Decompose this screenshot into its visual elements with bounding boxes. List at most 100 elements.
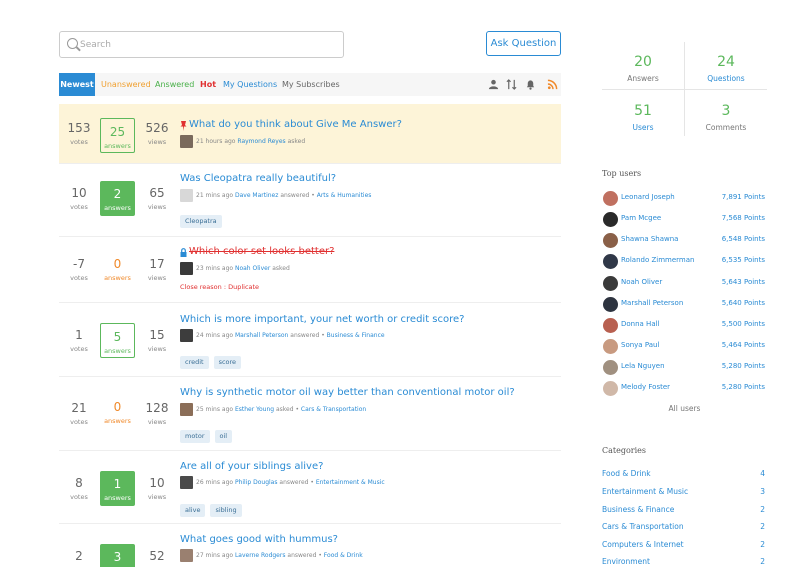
user-name[interactable]: Rolando Zimmerman bbox=[621, 256, 694, 264]
meta-user[interactable]: Noah Oliver bbox=[235, 265, 270, 272]
avatar[interactable] bbox=[603, 233, 618, 248]
tab-newest[interactable]: Newest bbox=[59, 73, 95, 96]
avatar[interactable] bbox=[603, 318, 618, 333]
avatar[interactable] bbox=[180, 329, 193, 342]
user-name[interactable]: Shawna Shawna bbox=[621, 235, 678, 243]
category-name[interactable]: Cars & Transportation bbox=[602, 522, 684, 531]
avatar[interactable] bbox=[180, 262, 193, 275]
user-name[interactable]: Leonard Joseph bbox=[621, 193, 675, 201]
top-user-item[interactable]: Marshall Peterson 5,640 Points bbox=[602, 296, 767, 314]
user-name[interactable]: Donna Hall bbox=[621, 320, 660, 328]
avatar[interactable] bbox=[180, 549, 193, 562]
answers-count: 25 bbox=[109, 125, 126, 139]
meta-category[interactable]: Arts & Humanities bbox=[317, 192, 372, 199]
tag[interactable]: sibling bbox=[210, 504, 242, 517]
category-name[interactable]: Computers & Internet bbox=[602, 540, 684, 549]
avatar[interactable] bbox=[603, 254, 618, 269]
avatar[interactable] bbox=[180, 189, 193, 202]
meta-user[interactable]: Esther Young bbox=[235, 406, 274, 413]
tag[interactable]: alive bbox=[180, 504, 206, 517]
top-user-item[interactable]: Lela Nguyen 5,280 Points bbox=[602, 359, 767, 377]
category-item[interactable]: Business & Finance 2 bbox=[602, 505, 767, 519]
top-user-item[interactable]: Pam Mcgee 7,568 Points bbox=[602, 211, 767, 229]
avatar[interactable] bbox=[603, 297, 618, 312]
meta-action: answered bbox=[287, 552, 317, 559]
category-item[interactable]: Food & Drink 4 bbox=[602, 469, 767, 483]
tag[interactable]: score bbox=[213, 356, 242, 369]
avatar[interactable] bbox=[603, 276, 618, 291]
tag[interactable]: Cleopatra bbox=[180, 215, 222, 228]
tab-answered[interactable]: Answered bbox=[155, 73, 194, 96]
bell-icon[interactable] bbox=[525, 79, 536, 90]
avatar[interactable] bbox=[603, 360, 618, 375]
top-user-item[interactable]: Shawna Shawna 6,548 Points bbox=[602, 232, 767, 250]
avatar[interactable] bbox=[180, 135, 193, 148]
tag[interactable]: oil bbox=[214, 430, 233, 443]
question-title[interactable]: What do you think about Give Me Answer? bbox=[189, 119, 402, 130]
avatar[interactable] bbox=[603, 191, 618, 206]
category-item[interactable]: Environment 2 bbox=[602, 557, 767, 567]
tab-hot[interactable]: Hot bbox=[200, 73, 216, 96]
stat-questions[interactable]: 24 Questions bbox=[685, 54, 767, 83]
tag[interactable]: motor bbox=[180, 430, 210, 443]
user-name[interactable]: Marshall Peterson bbox=[621, 299, 683, 307]
category-name[interactable]: Food & Drink bbox=[602, 469, 651, 478]
category-name[interactable]: Business & Finance bbox=[602, 505, 674, 514]
ask-question-button[interactable]: Ask Question bbox=[486, 31, 561, 56]
votes-label: votes bbox=[70, 274, 88, 282]
meta-user[interactable]: Dave Martinez bbox=[235, 192, 278, 199]
top-user-item[interactable]: Melody Foster 5,280 Points bbox=[602, 380, 767, 398]
avatar[interactable] bbox=[603, 381, 618, 396]
user-name[interactable]: Melody Foster bbox=[621, 383, 670, 391]
category-name[interactable]: Environment bbox=[602, 557, 650, 566]
avatar[interactable] bbox=[180, 403, 193, 416]
meta-category[interactable]: Cars & Transportation bbox=[301, 406, 366, 413]
meta-user[interactable]: Raymond Reyes bbox=[237, 138, 285, 145]
avatar[interactable] bbox=[603, 339, 618, 354]
search-input[interactable] bbox=[80, 32, 340, 57]
category-item[interactable]: Computers & Internet 2 bbox=[602, 540, 767, 554]
question-title[interactable]: What goes good with hummus? bbox=[180, 534, 338, 545]
avatar[interactable] bbox=[603, 212, 618, 227]
category-count: 4 bbox=[760, 469, 765, 478]
top-user-item[interactable]: Leonard Joseph 7,891 Points bbox=[602, 190, 767, 208]
all-users-link[interactable]: All users bbox=[602, 404, 767, 413]
user-name[interactable]: Sonya Paul bbox=[621, 341, 659, 349]
question-title[interactable]: Are all of your siblings alive? bbox=[180, 461, 323, 472]
top-user-item[interactable]: Sonya Paul 5,464 Points bbox=[602, 338, 767, 356]
category-item[interactable]: Cars & Transportation 2 bbox=[602, 522, 767, 536]
votes-count: 153 bbox=[67, 121, 91, 135]
question-title[interactable]: Which is more important, your net worth … bbox=[180, 314, 464, 325]
answers-count: 0 bbox=[113, 257, 122, 271]
top-user-item[interactable]: Donna Hall 5,500 Points bbox=[602, 317, 767, 335]
avatar[interactable] bbox=[180, 476, 193, 489]
sort-icon[interactable] bbox=[506, 79, 517, 90]
meta-category[interactable]: Food & Drink bbox=[324, 552, 363, 559]
category-item[interactable]: Entertainment & Music 3 bbox=[602, 487, 767, 501]
meta-category[interactable]: Business & Finance bbox=[327, 332, 385, 339]
tab-my-subscribes[interactable]: My Subscribes bbox=[282, 73, 340, 96]
views-count: 17 bbox=[149, 257, 165, 271]
meta-user[interactable]: Laverne Rodgers bbox=[235, 552, 286, 559]
tag-list: motor oil bbox=[180, 423, 237, 443]
tab-unanswered[interactable]: Unanswered bbox=[101, 73, 151, 96]
top-user-item[interactable]: Noah Oliver 5,643 Points bbox=[602, 275, 767, 293]
top-user-item[interactable]: Rolando Zimmerman 6,535 Points bbox=[602, 253, 767, 271]
category-name[interactable]: Entertainment & Music bbox=[602, 487, 688, 496]
user-name[interactable]: Pam Mcgee bbox=[621, 214, 661, 222]
meta-user[interactable]: Marshall Peterson bbox=[235, 332, 288, 339]
meta-user[interactable]: Philip Douglas bbox=[235, 479, 278, 486]
tag[interactable]: credit bbox=[180, 356, 209, 369]
question-title[interactable]: Why is synthetic motor oil way better th… bbox=[180, 387, 515, 398]
stat-users[interactable]: 51 Users bbox=[602, 103, 684, 132]
user-name[interactable]: Noah Oliver bbox=[621, 278, 662, 286]
user-icon[interactable] bbox=[488, 79, 499, 90]
question-title[interactable]: Was Cleopatra really beautiful? bbox=[180, 173, 336, 184]
search-box[interactable] bbox=[59, 31, 344, 58]
rss-icon[interactable] bbox=[547, 79, 558, 90]
meta-category[interactable]: Entertainment & Music bbox=[316, 479, 385, 486]
meta-action: answered bbox=[290, 332, 320, 339]
tab-my-questions[interactable]: My Questions bbox=[223, 73, 277, 96]
user-name[interactable]: Lela Nguyen bbox=[621, 362, 665, 370]
question-title[interactable]: Which color set looks better? bbox=[189, 246, 334, 257]
